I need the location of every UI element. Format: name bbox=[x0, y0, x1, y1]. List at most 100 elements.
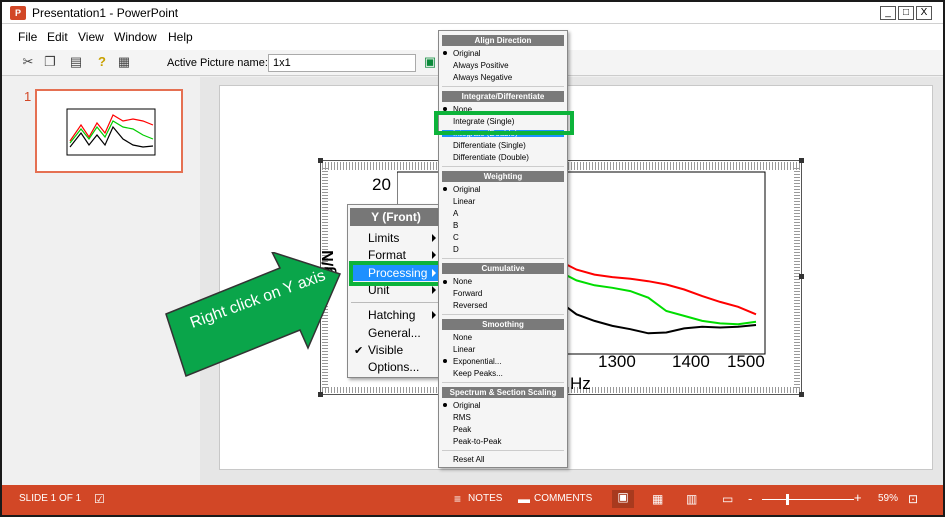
submenu-smoothing-exponential[interactable]: Exponential... bbox=[453, 357, 501, 366]
submenu-arrow-icon bbox=[432, 251, 436, 259]
context-menu-limits[interactable]: Limits bbox=[368, 231, 399, 245]
spellcheck-icon[interactable]: ☑ bbox=[94, 492, 105, 506]
processing-highlight-box bbox=[349, 261, 443, 286]
resize-handle-right[interactable] bbox=[799, 274, 804, 279]
submenu-scaling-original[interactable]: Original bbox=[453, 401, 481, 410]
x-axis-unit-label: Hz bbox=[570, 374, 591, 393]
active-picture-label: Active Picture name: bbox=[167, 57, 268, 69]
menu-edit[interactable]: Edit bbox=[47, 30, 68, 44]
submenu-weighting-c[interactable]: C bbox=[453, 233, 459, 242]
submenu-align-original[interactable]: Original bbox=[453, 49, 481, 58]
submenu-header-integrate-differentiate: Integrate/Differentiate bbox=[442, 91, 564, 102]
submenu-weighting-linear[interactable]: Linear bbox=[453, 197, 475, 206]
submenu-scaling-peak-to-peak[interactable]: Peak-to-Peak bbox=[453, 437, 501, 446]
zoom-slider-track[interactable] bbox=[762, 499, 854, 500]
menu-help[interactable]: Help bbox=[168, 30, 193, 44]
zoom-slider-thumb[interactable] bbox=[786, 494, 789, 505]
fit-slide-icon[interactable]: ⊡ bbox=[908, 492, 918, 506]
selected-bullet-icon bbox=[443, 403, 447, 407]
selected-bullet-icon bbox=[443, 359, 447, 363]
submenu-weighting-original[interactable]: Original bbox=[453, 185, 481, 194]
submenu-arrow-icon bbox=[432, 286, 436, 294]
zoom-in-button[interactable]: + bbox=[854, 490, 862, 505]
zoom-level[interactable]: 59% bbox=[878, 493, 898, 504]
slide-count-text: SLIDE 1 OF 1 bbox=[19, 493, 82, 504]
submenu-cumulative-none[interactable]: None bbox=[453, 277, 472, 286]
context-menu-header: Y (Front) bbox=[350, 208, 442, 226]
submenu-reset-all[interactable]: Reset All bbox=[453, 455, 485, 464]
reading-view-icon[interactable]: ▥ bbox=[686, 492, 697, 506]
submenu-header-smoothing: Smoothing bbox=[442, 319, 564, 330]
title-bar: P Presentation1 - PowerPoint _ □ X bbox=[2, 2, 943, 24]
paste-icon[interactable]: ▤ bbox=[68, 54, 84, 70]
copy-icon[interactable]: ❐ bbox=[42, 54, 58, 70]
y-tick-label-top: 20 bbox=[372, 175, 391, 194]
comments-button[interactable]: COMMENTS bbox=[534, 493, 592, 504]
notes-icon: ≡ bbox=[454, 492, 462, 506]
submenu-align-always-positive[interactable]: Always Positive bbox=[453, 61, 509, 70]
context-menu-general[interactable]: General... bbox=[368, 326, 421, 340]
context-menu-visible[interactable]: Visible bbox=[368, 343, 403, 357]
status-bar: SLIDE 1 OF 1 ☑ ≡ NOTES ▬ COMMENTS ▣ ▦ ▥ … bbox=[2, 485, 943, 515]
resize-handle-bottom-left[interactable] bbox=[318, 392, 323, 397]
submenu-differentiate-double[interactable]: Differentiate (Double) bbox=[453, 153, 529, 162]
picture-tool-icon[interactable]: ▣ bbox=[422, 54, 438, 70]
powerpoint-window: P Presentation1 - PowerPoint _ □ X File … bbox=[0, 0, 945, 517]
resize-handle-top-right[interactable] bbox=[799, 158, 804, 163]
menu-view[interactable]: View bbox=[78, 30, 104, 44]
submenu-separator bbox=[442, 450, 564, 451]
menu-file[interactable]: File bbox=[18, 30, 37, 44]
submenu-header-spectrum-section-scaling: Spectrum & Section Scaling bbox=[442, 387, 564, 398]
slide-sorter-icon[interactable]: ▦ bbox=[652, 492, 663, 506]
active-picture-name-input[interactable] bbox=[268, 54, 416, 72]
x-tick-label-1500: 1500 bbox=[727, 352, 765, 371]
submenu-weighting-a[interactable]: A bbox=[453, 209, 458, 218]
context-menu-options[interactable]: Options... bbox=[368, 360, 419, 374]
submenu-arrow-icon bbox=[432, 234, 436, 242]
close-button[interactable]: X bbox=[916, 6, 932, 20]
submenu-scaling-rms[interactable]: RMS bbox=[453, 413, 471, 422]
maximize-button[interactable]: □ bbox=[898, 6, 914, 20]
submenu-smoothing-keep-peaks[interactable]: Keep Peaks... bbox=[453, 369, 503, 378]
comments-icon: ▬ bbox=[518, 492, 530, 506]
submenu-smoothing-none[interactable]: None bbox=[453, 333, 472, 342]
normal-view-icon[interactable]: ▣ bbox=[612, 490, 634, 508]
submenu-cumulative-forward[interactable]: Forward bbox=[453, 289, 482, 298]
submenu-weighting-b[interactable]: B bbox=[453, 221, 458, 230]
zoom-out-button[interactable]: - bbox=[748, 491, 752, 506]
submenu-differentiate-single[interactable]: Differentiate (Single) bbox=[453, 141, 526, 150]
submenu-separator bbox=[442, 382, 564, 383]
context-menu-hatching[interactable]: Hatching bbox=[368, 308, 415, 322]
help-icon[interactable]: ? bbox=[94, 54, 110, 70]
submenu-weighting-d[interactable]: D bbox=[453, 245, 459, 254]
context-menu-separator bbox=[351, 302, 439, 303]
notes-button[interactable]: NOTES bbox=[468, 493, 502, 504]
submenu-separator bbox=[442, 86, 564, 87]
window-title: Presentation1 - PowerPoint bbox=[32, 6, 179, 20]
submenu-align-always-negative[interactable]: Always Negative bbox=[453, 73, 512, 82]
slideshow-icon[interactable]: ▭ bbox=[722, 492, 733, 506]
submenu-separator bbox=[442, 166, 564, 167]
resize-handle-top-left[interactable] bbox=[318, 158, 323, 163]
submenu-header-align-direction: Align Direction bbox=[442, 35, 564, 46]
cut-icon[interactable]: ✂ bbox=[20, 54, 36, 70]
submenu-scaling-peak[interactable]: Peak bbox=[453, 425, 471, 434]
submenu-separator bbox=[442, 258, 564, 259]
submenu-cumulative-reversed[interactable]: Reversed bbox=[453, 301, 487, 310]
slide-thumbnail[interactable] bbox=[35, 89, 183, 173]
selected-bullet-icon bbox=[443, 187, 447, 191]
menu-window[interactable]: Window bbox=[114, 30, 157, 44]
integrate-single-highlight-box bbox=[434, 111, 574, 135]
resize-handle-bottom-right[interactable] bbox=[799, 392, 804, 397]
context-menu-format[interactable]: Format bbox=[368, 248, 406, 262]
submenu-smoothing-linear[interactable]: Linear bbox=[453, 345, 475, 354]
x-tick-label-1300: 1300 bbox=[598, 352, 636, 371]
slide-thumbnail-number: 1 bbox=[24, 89, 32, 104]
minimize-button[interactable]: _ bbox=[880, 6, 896, 20]
x-tick-label-1400: 1400 bbox=[672, 352, 710, 371]
thumbnail-chart-preview bbox=[66, 108, 156, 156]
properties-icon[interactable]: ▦ bbox=[116, 54, 132, 70]
selected-bullet-icon bbox=[443, 280, 447, 284]
submenu-arrow-icon bbox=[432, 311, 436, 319]
selected-bullet-icon bbox=[443, 51, 447, 55]
